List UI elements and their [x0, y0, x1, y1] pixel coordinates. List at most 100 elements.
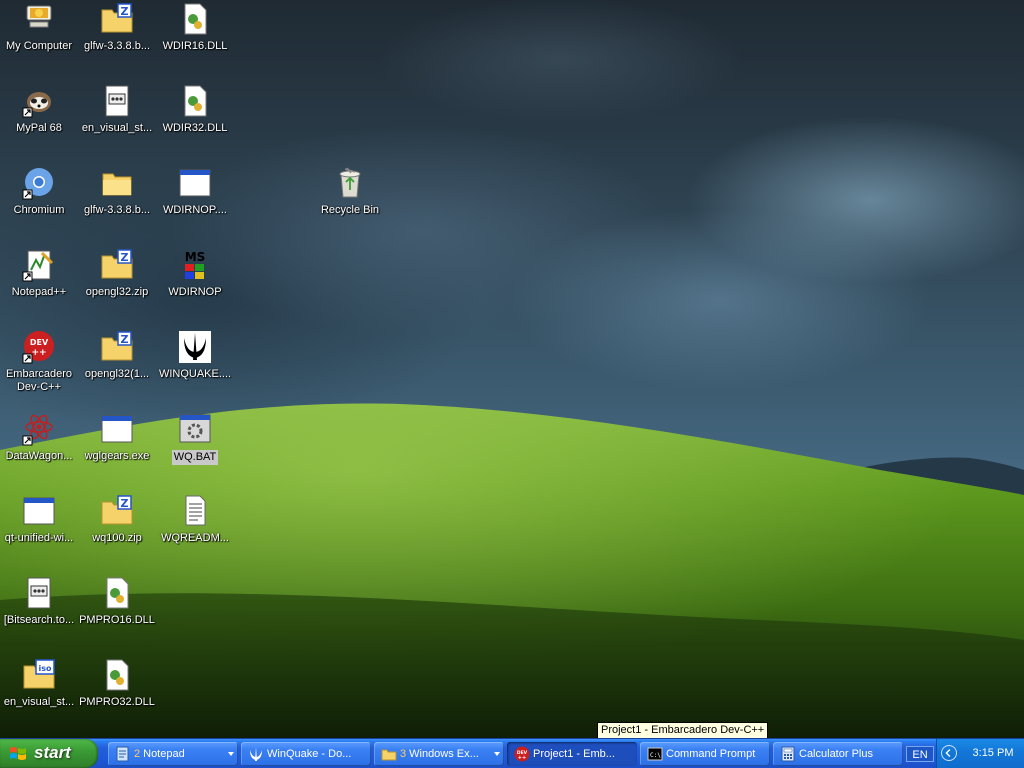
dll-icon	[184, 85, 207, 117]
svg-text:iso: iso	[39, 664, 53, 673]
icon-label: WDIR32.DLL	[162, 122, 228, 134]
chevron-down-icon	[228, 752, 234, 756]
task-label: Calculator Plus	[799, 748, 873, 760]
recycle-bin-icon	[339, 167, 361, 198]
chevron-left-icon[interactable]	[941, 745, 957, 761]
icon-label: [Bitsearch.to...	[3, 614, 75, 626]
taskbar-button-windows-explorer[interactable]: 3 Windows Ex...	[374, 742, 504, 766]
computer-icon	[26, 5, 52, 28]
desktop-icon-winquake[interactable]: WINQUAKE....	[156, 330, 234, 381]
chevron-down-icon	[494, 752, 500, 756]
icon-label: PMPRO16.DLL	[79, 614, 155, 626]
svg-text:++: ++	[518, 755, 526, 761]
zip-folder-icon: Z	[101, 249, 133, 279]
desktop-icon-wdir16[interactable]: WDIR16.DLL	[156, 2, 234, 53]
quake-icon	[179, 331, 211, 363]
taskbar-button-command-prompt[interactable]: C:\ Command Prompt	[640, 742, 770, 766]
desktop-icon-pmpro32[interactable]: PMPRO32.DLL	[78, 658, 156, 709]
icon-label: Embarcadero	[5, 368, 73, 380]
text-file-icon	[105, 85, 129, 117]
document-icon	[185, 495, 206, 526]
icon-label: PMPRO32.DLL	[79, 696, 155, 708]
language-indicator[interactable]: EN	[906, 746, 934, 762]
group-count: 2	[134, 748, 141, 760]
icon-label: wglgears.exe	[84, 450, 150, 462]
icon-label: WDIR16.DLL	[162, 40, 228, 52]
start-label: start	[34, 743, 71, 762]
svg-text:Z: Z	[121, 5, 129, 18]
calculator-icon	[781, 746, 795, 762]
devcpp-icon: DEV ++	[22, 331, 54, 364]
dll-icon	[106, 659, 129, 691]
icon-label: wq100.zip	[92, 532, 142, 544]
desktop-icon-my-computer[interactable]: My Computer	[0, 2, 78, 53]
chromium-icon	[22, 168, 53, 200]
desktop-icon-wq-bat[interactable]: WQ.BAT	[156, 412, 234, 470]
desktop-icon-glfw-folder[interactable]: glfw-3.3.8.b...	[78, 166, 156, 217]
notepad-plus-icon	[22, 250, 54, 282]
desktop-icon-recycle-bin[interactable]: Recycle Bin	[311, 166, 389, 217]
desktop-icon-pmpro16[interactable]: PMPRO16.DLL	[78, 576, 156, 627]
zip-folder-icon: Z	[101, 331, 133, 361]
desktop-icon-wdirnop-exe[interactable]: WDIRNOP....	[156, 166, 234, 217]
icon-label: MyPal 68	[16, 122, 62, 134]
task-label: WinQuake - Do...	[267, 748, 352, 760]
folder-icon	[381, 749, 397, 761]
cmd-icon: C:\	[647, 747, 663, 761]
desktop[interactable]: My Computer MyPal 68 Chromium Notepad++ …	[0, 0, 1024, 738]
icon-label: WINQUAKE....	[158, 368, 232, 380]
icon-label: glfw-3.3.8.b...	[83, 204, 151, 216]
quake-icon	[250, 747, 262, 761]
tooltip: Project1 - Embarcadero Dev-C++	[597, 722, 769, 739]
icon-label: en_visual_st...	[3, 696, 75, 708]
atom-icon	[22, 414, 53, 446]
taskbar-button-notepad[interactable]: 2 Notepad	[108, 742, 238, 766]
desktop-icon-glfw-zip[interactable]: Z glfw-3.3.8.b...	[78, 2, 156, 53]
icon-label: WQREADM...	[161, 532, 229, 544]
icon-label: glfw-3.3.8.b...	[83, 40, 151, 52]
desktop-icon-wglgears[interactable]: wglgears.exe	[78, 412, 156, 463]
zip-folder-icon: Z	[101, 3, 133, 33]
desktop-icon-opengl32-zip[interactable]: Z opengl32.zip	[78, 248, 156, 299]
svg-text:DEV: DEV	[30, 338, 49, 347]
icon-label: Recycle Bin	[320, 204, 380, 216]
notepad-icon	[116, 746, 129, 762]
desktop-icon-en-visual-iso[interactable]: iso en_visual_st...	[0, 658, 78, 709]
icon-label: DataWagon...	[5, 450, 73, 462]
desktop-icon-wq100-zip[interactable]: Z wq100.zip	[78, 494, 156, 545]
icon-label: en_visual_st...	[81, 122, 153, 134]
desktop-icon-en-visual-txt[interactable]: en_visual_st...	[78, 84, 156, 135]
desktop-icon-devcpp[interactable]: DEV ++ Embarcadero Dev-C++	[0, 330, 78, 394]
batch-icon	[179, 414, 211, 443]
desktop-icon-chromium[interactable]: Chromium	[0, 166, 78, 217]
desktop-icon-wdir32[interactable]: WDIR32.DLL	[156, 84, 234, 135]
ms-dos-glyph-text: MS	[185, 250, 206, 264]
svg-text:Z: Z	[121, 497, 129, 510]
task-label: Windows Ex...	[409, 748, 479, 760]
taskbar-button-winquake[interactable]: WinQuake - Do...	[241, 742, 371, 766]
desktop-icon-datawagon[interactable]: DataWagon...	[0, 412, 78, 463]
system-tray: 3:15 PM	[936, 739, 1024, 768]
desktop-icon-notepad-plus[interactable]: Notepad++	[0, 248, 78, 299]
icon-label: My Computer	[5, 40, 73, 52]
taskbar-button-project1[interactable]: DEV ++ Project1 - Emb...	[507, 742, 637, 766]
icon-label: WQ.BAT	[171, 450, 219, 465]
icon-label: WDIRNOP....	[163, 204, 227, 216]
svg-text:Z: Z	[121, 251, 129, 264]
window-icon	[23, 497, 55, 525]
clock[interactable]: 3:15 PM	[965, 739, 1021, 768]
desktop-icon-wdirnop[interactable]: MS WDIRNOP	[156, 248, 234, 299]
desktop-icon-bitsearch[interactable]: [Bitsearch.to...	[0, 576, 78, 627]
desktop-icon-opengl32-1[interactable]: Z opengl32(1...	[78, 330, 156, 381]
desktop-icon-wqreadme[interactable]: WQREADM...	[156, 494, 234, 545]
svg-text:Z: Z	[121, 333, 129, 346]
icon-label: Chromium	[13, 204, 65, 216]
start-button[interactable]: start	[0, 739, 98, 768]
icon-label: qt-unified-wi...	[4, 532, 74, 544]
taskbar-button-calculator-plus[interactable]: Calculator Plus	[773, 742, 903, 766]
dll-icon	[106, 577, 129, 609]
desktop-icon-qt-unified[interactable]: qt-unified-wi...	[0, 494, 78, 545]
folder-icon	[102, 173, 132, 196]
cmd-glyph-text: C:\	[650, 752, 661, 759]
desktop-icon-mypal[interactable]: MyPal 68	[0, 84, 78, 135]
